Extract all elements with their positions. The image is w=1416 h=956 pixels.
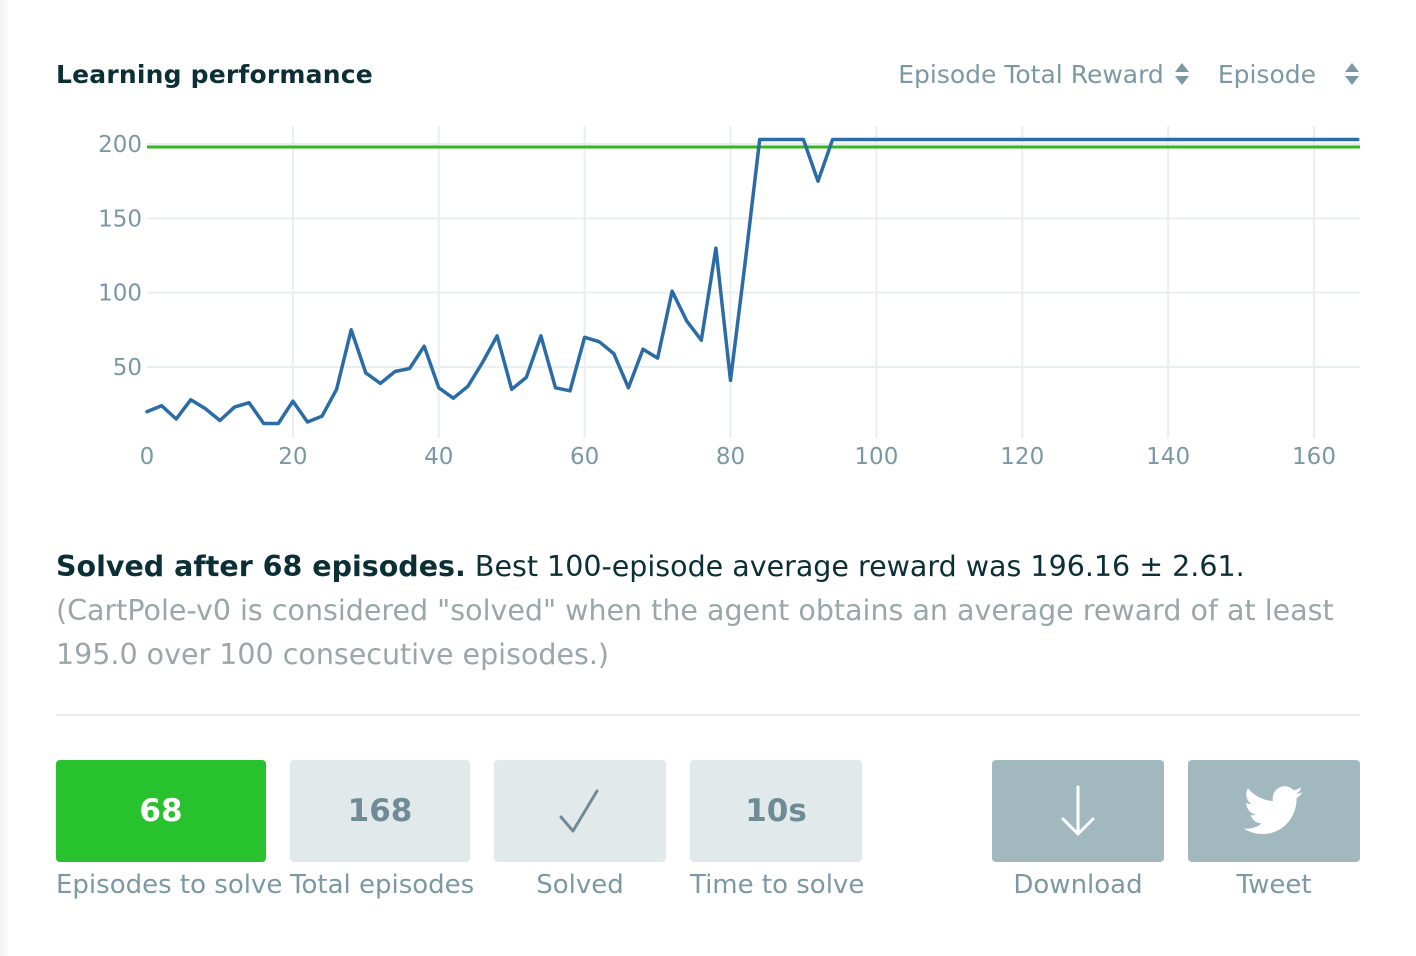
total-episodes-value: 168	[347, 793, 413, 829]
total-episodes-label: Total episodes	[290, 870, 475, 900]
chart-tick-labels: 0 20 40 60 80 100 120 140 160 50 100 150 200	[98, 132, 1336, 470]
y-tick-label: 100	[98, 281, 142, 307]
solved-tile	[494, 760, 666, 862]
episodes-to-solve-value: 68	[139, 793, 183, 829]
x-tick-label: 0	[140, 444, 155, 470]
x-tick-label: 20	[278, 444, 307, 470]
solved-label: Solved	[536, 870, 624, 900]
twitter-bird-icon	[1244, 786, 1303, 834]
time-to-solve-tile: 10s	[690, 760, 862, 862]
y-tick-label: 200	[98, 132, 142, 158]
x-tick-label: 120	[1000, 444, 1044, 470]
tweet-button[interactable]	[1188, 760, 1360, 862]
summary-strong: Solved after 68 episodes.	[56, 550, 466, 583]
x-tick-label: 60	[570, 444, 599, 470]
solve-summary: Solved after 68 episodes. Best 100-episo…	[56, 545, 1360, 677]
x-tick-label: 140	[1146, 444, 1190, 470]
episodes-to-solve-tile: 68	[56, 760, 266, 862]
chart-series	[145, 137, 1360, 426]
time-to-solve-label: Time to solve	[690, 870, 865, 900]
summary-normal: Best 100-episode average reward was 196.…	[474, 550, 1245, 583]
download-button[interactable]	[992, 760, 1164, 862]
divider	[56, 714, 1360, 716]
x-tick-label: 80	[716, 444, 745, 470]
total-episodes-tile: 168	[290, 760, 470, 862]
y-tick-label: 150	[98, 206, 142, 232]
download-arrow-icon	[1061, 785, 1095, 836]
episodes-to-solve-label: Episodes to solve	[56, 870, 283, 900]
download-label[interactable]: Download	[992, 870, 1164, 900]
summary-muted: (CartPole-v0 is considered "solved" when…	[56, 594, 1334, 671]
chart-grid	[147, 126, 1360, 438]
time-to-solve-value: 10s	[745, 793, 807, 829]
x-tick-label: 100	[854, 444, 898, 470]
checkmark-icon	[559, 789, 599, 833]
y-tick-label: 50	[113, 355, 142, 381]
x-tick-label: 40	[424, 444, 453, 470]
learning-performance-chart: 0 20 40 60 80 100 120 140 160 50 100 150 200	[98, 126, 1360, 470]
x-tick-label: 160	[1292, 444, 1336, 470]
episode-reward-line	[145, 137, 1360, 426]
tweet-label[interactable]: Tweet	[1188, 870, 1360, 900]
